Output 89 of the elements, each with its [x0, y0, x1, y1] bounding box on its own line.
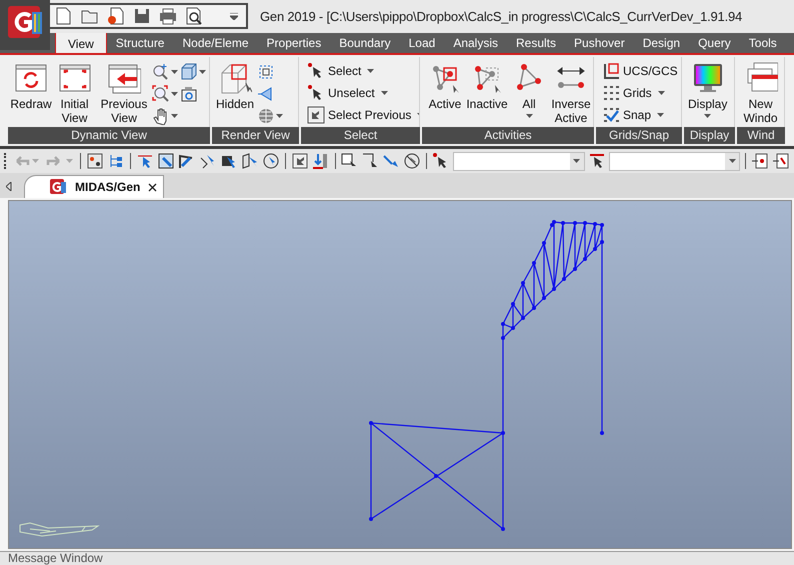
ribbon-tab[interactable]: Load [400, 33, 444, 53]
ribbon-button[interactable]: Inverse Active [551, 61, 591, 125]
ribbon-group-label: Dynamic View [8, 127, 210, 144]
ribbon-tab[interactable]: Boundary [330, 33, 400, 53]
ribbon-small-button[interactable] [152, 107, 178, 125]
ribbon-button[interactable]: Inactive [467, 61, 507, 111]
ribbon-small-button[interactable] [257, 107, 284, 125]
node-grid-icon[interactable] [86, 152, 104, 170]
ribbon-group-label: Render View [212, 127, 299, 144]
select-previous-icon [307, 106, 325, 124]
truss-model-drawing[interactable] [369, 220, 604, 531]
caret-icon [199, 70, 206, 74]
circle-select-icon[interactable] [262, 152, 280, 170]
move-down-icon[interactable] [312, 152, 330, 170]
ribbon-menu-button[interactable]: Unselect [307, 84, 419, 102]
ribbon-menu-button[interactable]: Grids [602, 84, 681, 102]
app-logo-icon [49, 178, 67, 196]
ribbon-tab[interactable]: Tools [740, 33, 786, 53]
axis-triad-icon [20, 522, 100, 536]
ribbon-button[interactable]: Previous View [98, 61, 150, 125]
ribbon-tab[interactable]: Analysis [444, 33, 507, 53]
ribbon-group-label: Select [301, 127, 420, 144]
element-dialog-icon[interactable] [772, 152, 790, 170]
ribbon-tab[interactable]: Structure [106, 33, 174, 53]
scroll-left-icon[interactable] [6, 182, 12, 191]
customize-toolbar-icon[interactable] [230, 12, 238, 20]
zoom-window-icon [152, 85, 170, 103]
print-icon[interactable] [158, 6, 178, 26]
message-window-title: Message Window [8, 552, 103, 565]
ribbon-group-label: Activities [422, 127, 594, 144]
ribbon-button[interactable]: Active [425, 61, 465, 111]
box-view-icon [180, 63, 198, 81]
caret-icon [728, 159, 736, 163]
caret-icon [276, 114, 284, 118]
ribbon-menu-button[interactable]: Select Previous [307, 106, 419, 124]
ribbon-menu-button[interactable]: Select [307, 62, 419, 80]
element-cursor-icon[interactable] [588, 152, 606, 170]
ribbon-button[interactable]: New Windo [740, 61, 781, 125]
grid-dots-icon [602, 84, 620, 102]
ribbon-button[interactable]: Initial View [53, 61, 96, 125]
caret-icon [32, 159, 39, 163]
snap-check-icon [602, 106, 620, 124]
caret-icon [380, 91, 388, 95]
ribbon-tab[interactable]: Pushover [565, 33, 634, 53]
zoom-in-icon [152, 63, 170, 81]
ribbon-menu-button[interactable]: UCS/GCS [602, 62, 681, 80]
document-tab[interactable]: MIDAS/Gen [24, 175, 164, 198]
ribbon-small-button[interactable] [152, 63, 178, 81]
unselect-polygon-icon[interactable] [361, 152, 380, 170]
window-title: Gen 2019 - [C:\Users\pippo\Dropbox\CalcS_in progress\C\CalcS_CurrVerDev_1.91.94 [260, 8, 742, 26]
ribbon-tab[interactable]: Results [507, 33, 566, 53]
window-select-icon[interactable] [156, 152, 175, 170]
ucs-axis-icon [602, 62, 620, 80]
ribbon-small-button[interactable] [152, 85, 178, 103]
close-icon[interactable] [148, 182, 158, 192]
caret-icon [526, 114, 532, 118]
file-info-icon[interactable] [106, 6, 126, 26]
caret-icon [171, 114, 178, 118]
ribbon-tab[interactable]: Node/Eleme [173, 33, 258, 53]
ribbon-menu-button[interactable]: Snap [602, 106, 681, 124]
select-window-icon [257, 63, 276, 81]
ribbon-button[interactable]: Hidden [215, 61, 256, 111]
caret-icon [171, 70, 178, 74]
caret-icon [171, 92, 178, 96]
ribbon-button[interactable]: Redraw [11, 61, 51, 111]
node-dialog-icon[interactable] [751, 152, 769, 170]
ribbon-tab[interactable]: Query [689, 33, 740, 53]
ribbon-group-label: Grids/Snap [596, 127, 682, 144]
ribbon-tab[interactable]: Properties [258, 33, 330, 53]
select-previous-icon[interactable] [290, 152, 308, 170]
caret-icon [657, 113, 664, 117]
save-icon[interactable] [132, 6, 152, 26]
camera-icon [180, 85, 198, 103]
print-preview-icon[interactable] [184, 6, 204, 26]
ribbon-small-button[interactable] [180, 63, 206, 81]
volume-select-icon[interactable] [240, 152, 259, 170]
caret-icon [66, 159, 73, 163]
unselect-circle-icon[interactable] [403, 152, 422, 170]
caret-icon [367, 69, 374, 73]
caret-icon [658, 91, 665, 95]
ribbon-tab[interactable]: View [55, 31, 107, 53]
ribbon-group-label: Display [684, 127, 735, 144]
render-sphere-icon [257, 107, 276, 125]
ribbon-group-label: Wind [737, 127, 785, 144]
caret-icon [573, 159, 580, 163]
ribbon-button[interactable]: Display [687, 61, 728, 118]
ribbon-tab[interactable]: Design [634, 33, 690, 53]
caret-icon [704, 114, 712, 118]
ribbon-button[interactable]: All [509, 61, 549, 118]
